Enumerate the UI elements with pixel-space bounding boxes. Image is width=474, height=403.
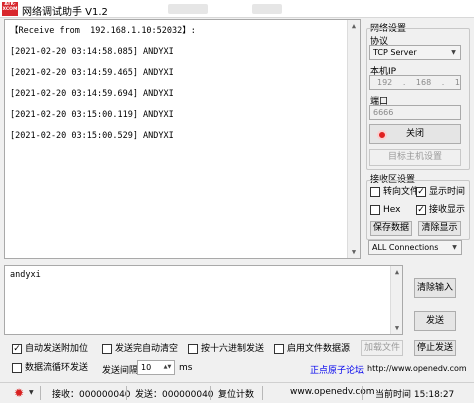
clear-display-button[interactable]: 清除显示 [418,221,461,236]
checkbox-box[interactable] [274,344,284,354]
close-button-label: 关闭 [405,129,424,139]
status-separator [362,386,363,400]
ip-octet: 168 [415,78,432,87]
scroll-up-icon[interactable]: ▲ [348,20,360,32]
scroll-down-icon[interactable]: ▼ [348,246,360,258]
checkbox-box[interactable] [102,344,112,354]
current-time: 当前时间 15:18:27 [375,390,455,400]
show-receive-checkbox[interactable]: ✓ 接收显示 [416,204,465,216]
check-icon[interactable]: ✓ [416,187,426,197]
ip-octet: 192 [377,78,393,87]
scroll-down-icon[interactable]: ▼ [391,322,403,334]
checkbox-box[interactable] [12,363,22,373]
status-bar: ✹ ▼ 接收：000000040 发送：000000040 复位计数 www.o… [0,382,474,403]
connection-status-icon [377,130,387,140]
hex-receive-checkbox[interactable]: Hex [370,204,400,216]
website-url[interactable]: http://www.openedv.com [367,364,467,373]
checkbox-label: Hex [383,205,401,215]
send-scrollbar[interactable]: ▲ ▼ [390,266,402,334]
receive-header: 【Receive from 192.168.1.10:52032】: [10,26,196,36]
receive-line: [2021-02-20 03:14:58.085] ANDYXI [10,47,174,57]
checkbox-box[interactable] [188,344,198,354]
target-host-settings-button[interactable]: 目标主机设置 [369,149,461,166]
checkbox-label: 接收显示 [429,205,466,215]
interval-input[interactable]: 10 ▲▼ [137,360,175,375]
gear-icon[interactable]: ✹ [14,386,24,400]
clear-input-button[interactable]: 清除输入 [414,278,456,298]
app-logo: ATK-XCOM [2,2,18,16]
receive-line: [2021-02-20 03:15:00.529] ANDYXI [10,131,174,141]
forum-link[interactable]: 正点原子论坛 [310,363,364,376]
status-separator [40,386,41,400]
ip-dot: . [441,78,445,87]
title-bar: ATK-XCOM 网络调试助手 V1.2 [0,0,474,18]
status-separator [210,386,211,400]
stop-send-button[interactable]: 停止发送 [414,340,456,356]
background-tab [168,4,208,14]
load-file-button[interactable]: 加载文件 [361,340,403,356]
checkbox-label: 转向文件 [383,187,420,197]
loop-send-checkbox[interactable]: 数据流循环发送 [12,362,88,374]
checkbox-label: 自动发送附加位 [25,344,89,354]
checkbox-box[interactable] [370,205,380,215]
clear-after-send-checkbox[interactable]: 发送完自动清空 [102,343,178,355]
receive-line: [2021-02-20 03:14:59.465] ANDYXI [10,68,174,78]
status-separator [262,386,263,400]
ip-octet: 1 [454,78,460,87]
background-tab [252,4,282,14]
receive-line: [2021-02-20 03:15:00.119] ANDYXI [10,110,174,120]
receive-count: 接收：000000040 [52,390,131,400]
hex-send-checkbox[interactable]: 按十六进制发送 [188,343,264,355]
interval-value: 10 [141,363,152,372]
check-icon[interactable]: ✓ [12,344,22,354]
send-text: andyxi [10,270,41,280]
scroll-up-icon[interactable]: ▲ [391,266,403,278]
save-data-button[interactable]: 保存数据 [370,221,412,236]
ip-dot: . [402,78,406,87]
check-icon[interactable]: ✓ [416,205,426,215]
checkbox-label: 发送完自动清空 [115,344,179,354]
connections-value: ALL Connections [372,243,439,252]
chevron-down-icon: ▼ [452,244,457,251]
receive-line: [2021-02-20 03:14:59.694] ANDYXI [10,89,174,99]
spinner-icon[interactable]: ▲▼ [162,362,173,373]
receive-scrollbar[interactable]: ▲ ▼ [347,20,360,258]
interval-label: 发送间隔 [102,366,139,376]
local-ip-field[interactable]: 192 . 168 . 1 . 20 [369,75,461,90]
status-separator [126,386,127,400]
protocol-select[interactable]: TCP Server ▼ [369,45,461,60]
chevron-down-icon: ▼ [451,49,456,56]
auto-append-checkbox[interactable]: ✓ 自动发送附加位 [12,343,88,355]
file-source-checkbox[interactable]: 启用文件数据源 [274,343,350,355]
redirect-to-file-checkbox[interactable]: 转向文件 [370,186,419,198]
checkbox-label: 按十六进制发送 [201,344,265,354]
checkbox-label: 数据流循环发送 [25,363,89,373]
show-time-checkbox[interactable]: ✓ 显示时间 [416,186,465,198]
window-title: 网络调试助手 V1.2 [22,7,108,18]
checkbox-label: 启用文件数据源 [287,344,351,354]
chevron-down-icon[interactable]: ▼ [29,389,34,396]
checkbox-label: 显示时间 [429,187,466,197]
send-count: 发送：000000040 [135,390,214,400]
send-input[interactable]: andyxi ▲ ▼ [4,265,403,335]
close-connection-button[interactable]: 关闭 [369,124,461,144]
interval-unit: ms [179,363,193,373]
port-field[interactable]: 6666 [369,105,461,120]
checkbox-box[interactable] [370,187,380,197]
reset-count-button[interactable]: 复位计数 [218,387,254,400]
send-button[interactable]: 发送 [414,311,456,331]
protocol-value: TCP Server [373,48,417,57]
connections-select[interactable]: ALL Connections ▼ [368,240,462,255]
receive-area[interactable]: 【Receive from 192.168.1.10:52032】: [2021… [4,19,361,259]
